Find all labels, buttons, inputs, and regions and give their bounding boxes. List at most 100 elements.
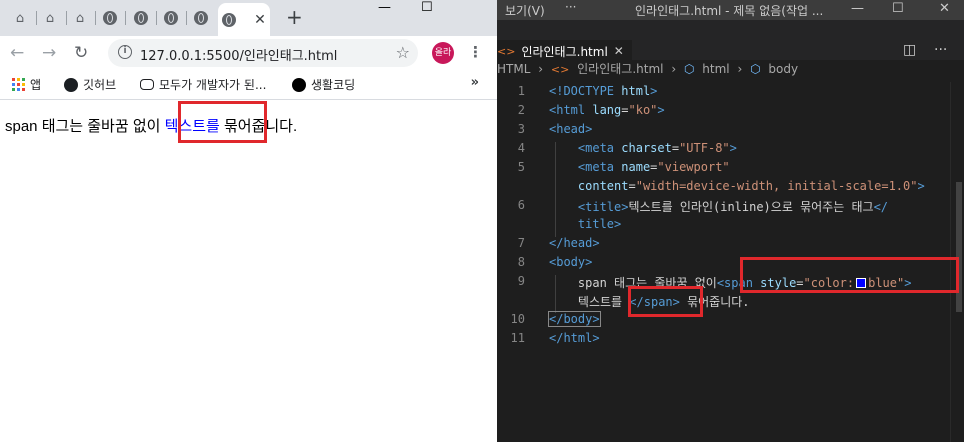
bookmark-github[interactable]: 깃허브 — [64, 76, 116, 93]
code-editor-window: 보기(V) ··· 인라인태그.html - 제목 없음(작업 ... — ☐ … — [497, 0, 964, 442]
breadcrumb-html[interactable]: html — [702, 62, 729, 76]
minimize-button[interactable]: — — [851, 1, 864, 16]
apps-grid-icon — [12, 78, 25, 91]
line-number: 7 — [517, 236, 525, 250]
tab-home-1[interactable]: ⌂ — [6, 4, 34, 32]
code-line-7: </head> — [549, 236, 600, 250]
token: title> — [577, 217, 622, 231]
tab-globe-2[interactable] — [127, 4, 155, 32]
globe-icon — [134, 11, 148, 25]
github-icon — [64, 77, 78, 92]
code-line-5-wrap: content="width=device-width, initial-sca… — [577, 179, 925, 193]
bookmark-apps[interactable]: 앱 — [12, 76, 41, 93]
text-before-span: span 태그는 줄바꿈 없이 — [5, 118, 165, 135]
tab-globe-1[interactable] — [96, 4, 124, 32]
editor-tab-file[interactable]: <> 인라인태그.html ✕ — [497, 40, 632, 62]
bookmark-label: 생활코딩 — [311, 78, 356, 92]
bookmark-star-icon[interactable]: ☆ — [396, 43, 410, 62]
code-line-10: </body> — [548, 311, 601, 327]
tab-active[interactable]: ✕ — [218, 3, 270, 36]
token: "width=device-width, initial-scale=1.0" — [635, 179, 918, 193]
home-icon: ⌂ — [15, 10, 25, 26]
maximize-button[interactable]: ☐ — [892, 1, 904, 16]
bookmark-label: 앱 — [30, 78, 42, 92]
close-window-button[interactable]: ✕ — [939, 1, 950, 16]
line-number: 10 — [510, 312, 525, 326]
line-number: 4 — [517, 141, 525, 155]
profile-avatar[interactable]: 올라 — [432, 42, 454, 64]
tab-home-2[interactable]: ⌂ — [36, 4, 64, 32]
token: <title> — [577, 200, 629, 214]
editor-more-icon[interactable]: ··· — [934, 42, 947, 58]
token: name — [621, 160, 651, 174]
token: > — [729, 141, 737, 155]
home-icon: ⌂ — [45, 10, 55, 26]
code-line-5: <meta name="viewport" — [577, 160, 730, 174]
token: <body> — [549, 255, 593, 269]
back-arrow-icon[interactable]: ← — [10, 43, 24, 63]
split-editor-icon[interactable]: ◫ — [903, 42, 916, 58]
menu-more-icon[interactable]: ··· — [565, 0, 576, 14]
token: content — [577, 179, 629, 193]
highlight-box — [740, 257, 959, 293]
highlight-box — [628, 286, 703, 317]
view-menu[interactable]: 보기(V) — [505, 2, 545, 19]
chevron-right-icon: › — [538, 62, 544, 76]
forward-arrow-icon[interactable]: → — [42, 43, 56, 63]
home-icon: ⌂ — [75, 10, 85, 26]
bookmark-life-coding[interactable]: 생활코딩 — [292, 76, 355, 93]
code-line-4: <meta charset="UTF-8"> — [577, 141, 737, 155]
token: "viewport" — [657, 160, 730, 174]
line-number: 8 — [517, 255, 525, 269]
html-file-icon: <> — [550, 63, 570, 76]
tab-globe-3[interactable] — [157, 4, 185, 32]
bookmark-label: 깃허브 — [83, 78, 117, 92]
url-text[interactable]: 127.0.0.1:5500/인라인태그.html — [140, 45, 337, 64]
token: </body> — [548, 311, 601, 327]
token: > — [917, 179, 925, 193]
close-tab-icon[interactable]: ✕ — [614, 44, 624, 58]
code-line-2: <html lang="ko"> — [549, 103, 665, 117]
breadcrumb-file[interactable]: 인라인태그.html — [577, 62, 663, 76]
bookmark-label: 모두가 개발자가 된... — [159, 78, 267, 92]
window-title: 인라인태그.html - 제목 없음(작업 ... — [635, 4, 824, 18]
chevron-right-icon: › — [737, 62, 743, 76]
globe-icon — [103, 11, 117, 25]
black-circle-icon — [292, 77, 306, 92]
bookmark-everyone-dev[interactable]: 모두가 개발자가 된... — [140, 76, 266, 93]
breadcrumb-body[interactable]: body — [768, 62, 798, 76]
editor-tab-bar: <> 인라인태그.html ✕ ◫ ··· — [497, 20, 964, 62]
token: <head> — [549, 122, 593, 136]
editor-title-bar: 보기(V) ··· 인라인태그.html - 제목 없음(작업 ... — ☐ … — [497, 0, 964, 20]
breadcrumb-html-lang[interactable]: HTML — [497, 62, 530, 76]
address-bar[interactable]: i 127.0.0.1:5500/인라인태그.html ☆ — [108, 39, 418, 67]
token: "UTF-8" — [679, 141, 730, 155]
maximize-button[interactable]: ☐ — [421, 0, 433, 15]
new-tab-button[interactable]: + — [286, 5, 303, 29]
line-number: 3 — [517, 122, 525, 136]
info-icon[interactable]: i — [118, 45, 132, 59]
reload-icon[interactable]: ↻ — [74, 43, 88, 63]
token: </html> — [549, 331, 600, 345]
code-line-8: <body> — [549, 255, 592, 269]
browser-toolbar: ← → ↻ i 127.0.0.1:5500/인라인태그.html ☆ 올라 ⋮ — [0, 36, 497, 68]
line-number: 1 — [517, 84, 525, 98]
token: html — [621, 84, 651, 98]
token: <html — [549, 103, 586, 117]
code-line-3: <head> — [549, 122, 592, 136]
minimize-button[interactable]: — — [378, 0, 391, 15]
tab-strip: ⌂ ⌂ ⌂ ✕ + — ☐ — [0, 0, 497, 36]
cloud-icon — [140, 79, 154, 90]
token: lang — [592, 103, 622, 117]
highlight-box — [178, 101, 267, 143]
close-tab-icon[interactable]: ✕ — [254, 12, 266, 28]
token: "ko" — [628, 103, 658, 117]
tab-file-name: 인라인태그.html — [521, 44, 608, 59]
line-number: 5 — [517, 160, 525, 174]
tab-home-3[interactable]: ⌂ — [66, 4, 94, 32]
bookmarks-overflow-icon[interactable]: » — [471, 75, 479, 90]
tab-globe-4[interactable] — [187, 4, 215, 32]
code-line-11: </html> — [549, 331, 600, 345]
browser-menu-icon[interactable]: ⋮ — [468, 43, 483, 61]
bookmarks-bar: 앱 깃허브 모두가 개발자가 된... 생활코딩 » — [0, 68, 497, 100]
